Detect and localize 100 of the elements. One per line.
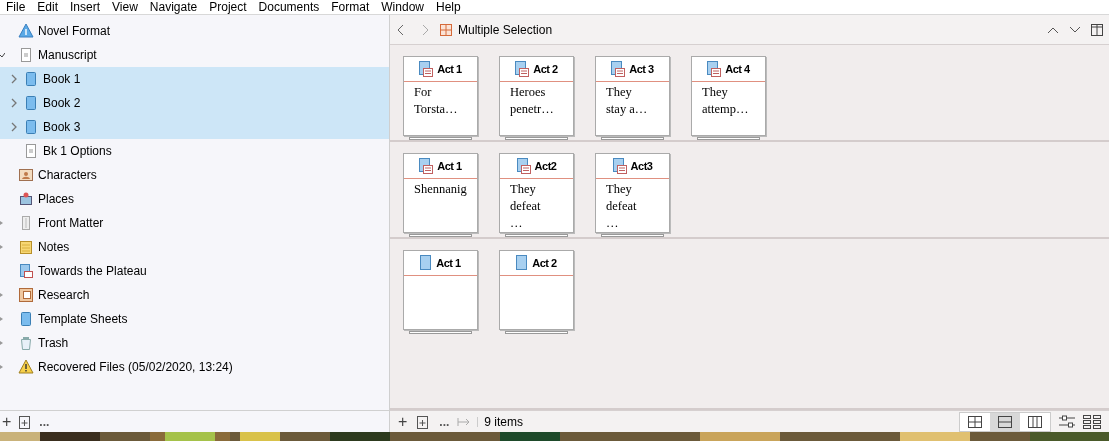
card-title: Act 2 [532,255,557,271]
tree-item[interactable]: Notes [0,235,389,259]
tree-label: Manuscript [38,47,97,64]
document-stack-icon [612,158,627,174]
tree-item[interactable]: Front Matter [0,211,389,235]
tree-item[interactable]: Bk 1 Options [0,139,389,163]
picture-folder-icon [18,287,34,303]
item-count: 9 items [484,413,524,431]
tree-item[interactable]: Book 2 [0,91,389,115]
card-synopsis: They defeat … [605,181,638,232]
collapsed-icon[interactable] [0,316,5,322]
tree-label: Towards the Plateau [38,263,147,280]
tree-item[interactable]: Trash [0,331,389,355]
tree-item[interactable]: Template Sheets [0,307,389,331]
down-icon[interactable] [1069,25,1081,34]
columns-view-button[interactable] [1020,412,1050,431]
card-title: Act 4 [725,61,750,77]
expanded-icon[interactable] [0,52,5,58]
document-icon [516,255,529,271]
tree-item[interactable]: Book 3 [0,115,389,139]
back-icon[interactable] [396,23,406,36]
collapsed-icon[interactable] [0,292,5,298]
corkboard-icon [440,23,452,36]
collapsed-icon[interactable] [0,244,5,250]
card-synopsis: Heroes penetr… [509,84,555,118]
trash-icon [18,335,34,351]
tree-label: Template Sheets [38,311,128,328]
grid-layout-icon [968,415,982,428]
sheet-icon [18,263,34,279]
more-button[interactable]: ... [39,412,50,431]
card-title: Act 2 [533,61,558,77]
collapsed-icon[interactable] [11,74,18,84]
menu-item[interactable]: Format [325,0,376,16]
card-synopsis: They stay a… [605,84,649,118]
up-icon[interactable] [1047,25,1059,34]
tree-label: Book 2 [43,95,81,112]
card-synopsis: They attemp… [701,84,750,118]
tiles-icon[interactable] [1083,414,1101,429]
tree-item[interactable]: Recovered Files (05/02/2020, 13:24) [0,355,389,379]
menu-item[interactable]: View [106,0,144,16]
editor-title: Multiple Selection [458,21,553,39]
view-mode-switch[interactable] [959,411,1051,432]
tree-label: Bk 1 Options [43,143,112,160]
tree-label: Places [38,191,75,208]
document-stack-icon [611,61,626,77]
collapsed-icon[interactable] [0,220,5,226]
tree-label: Research [38,287,90,304]
card-synopsis: Shennanig [413,181,468,198]
notebook-icon [23,119,39,135]
tree-label: Notes [38,239,70,256]
tree-item[interactable]: Towards the Plateau [0,259,389,283]
tree-item[interactable]: Book 1 [0,67,389,91]
new-document-icon[interactable] [417,414,430,429]
add-button[interactable]: + [2,413,12,430]
menu-item[interactable]: Documents [252,0,326,16]
document-stack-icon [515,61,530,77]
document-stack-icon [419,61,434,77]
tree-item[interactable]: Places [0,187,389,211]
card-synopsis: For Torsta… [413,84,459,118]
notebook-icon [23,95,39,111]
menu-item[interactable]: Help [430,0,467,16]
notebook-icon [18,311,34,327]
card-title: Act 1 [436,255,461,271]
document-stack-icon [516,158,531,174]
new-folder-icon[interactable] [19,414,32,429]
collapsed-icon[interactable] [0,340,5,346]
more-button[interactable]: ... [439,412,450,431]
notebook-icon [23,71,39,87]
split-view-icon[interactable] [1091,23,1103,36]
menu-item[interactable]: File [0,0,32,16]
collapsed-icon[interactable] [11,98,18,108]
collapsed-icon[interactable] [0,364,5,370]
warning-icon [18,359,34,375]
rows-layout-icon [998,415,1012,428]
menu-item[interactable]: Insert [64,0,107,16]
info-icon [18,23,34,39]
tree-label: Novel Format [38,23,111,40]
menu-item[interactable]: Window [375,0,430,16]
menu-item[interactable]: Edit [31,0,65,16]
settings-icon[interactable] [1059,414,1075,429]
menu-item[interactable]: Navigate [143,0,204,16]
tree-item[interactable]: Characters [0,163,389,187]
card-title: Act 1 [437,61,462,77]
portrait-icon [18,167,34,183]
tree-label: Book 1 [43,71,81,88]
add-button[interactable]: + [398,413,408,430]
tree-label: Trash [38,335,69,352]
grid-view-button[interactable] [960,412,990,431]
tree-item[interactable]: Manuscript [0,43,389,67]
menu-item[interactable]: Project [203,0,253,16]
notepad-icon [18,239,34,255]
document-icon [18,47,34,63]
tree-item[interactable]: Novel Format [0,19,389,43]
document-icon [420,255,433,271]
tree-label: Front Matter [38,215,104,232]
collapsed-icon[interactable] [11,122,18,132]
card-synopsis: They defeat … [509,181,542,232]
tree-item[interactable]: Research [0,283,389,307]
rows-view-button[interactable] [990,412,1020,431]
document-stack-icon [419,158,434,174]
